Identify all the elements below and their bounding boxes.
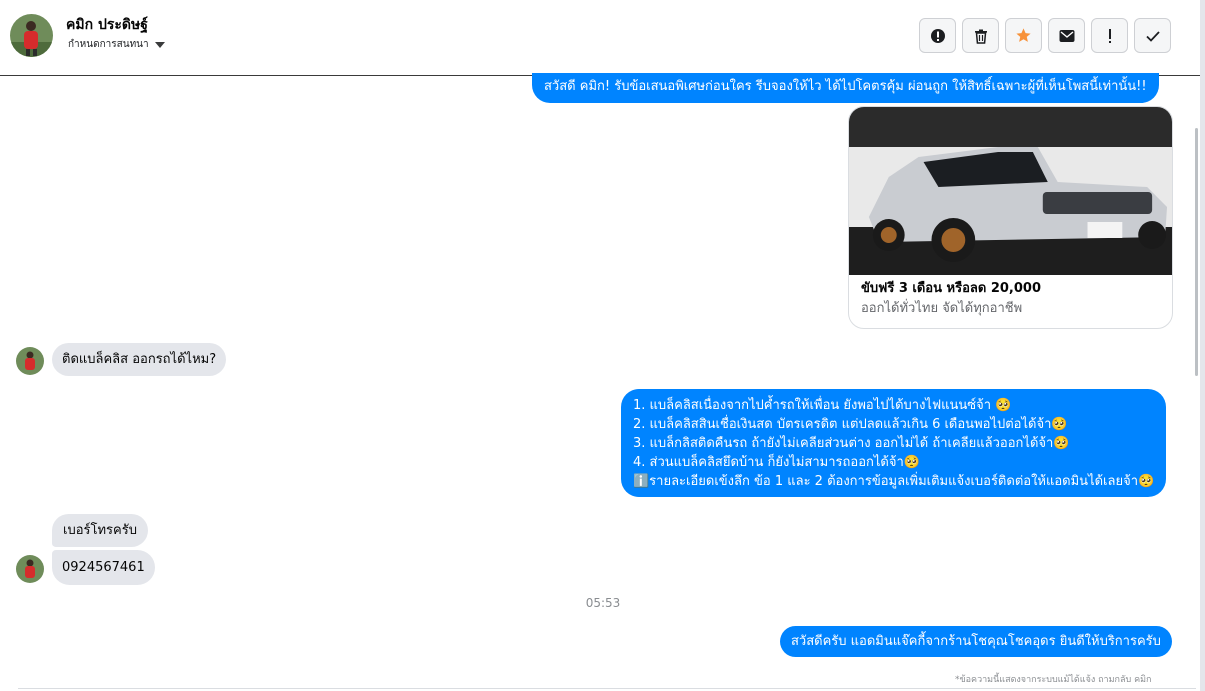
- customer-question-phone: เบอร์โทรครับ: [52, 514, 148, 547]
- trash-icon: [974, 29, 987, 44]
- admin-welcome-reply: สวัสดีครับ แอดมินแจ๊คกี้จากร้านโชคุณโชคอ…: [780, 626, 1172, 657]
- mark-important-button[interactable]: [1091, 18, 1128, 53]
- reply-line: 2. แบล็คลิสสินเชื่อเงินสด บัตรเครดิต แต่…: [633, 417, 1068, 432]
- admin-reply-blacklist: 1. แบล็คลิสเนื่องจากไปค้ำรถให้เพื่อน ยัง…: [621, 389, 1167, 497]
- customer-phone-number: 0924567461: [52, 550, 155, 585]
- conversation-header: คมิก ประดิษฐ์ กำหนดการสนทนา: [0, 0, 1200, 76]
- star-button[interactable]: [1005, 18, 1042, 53]
- panel-edge: [1200, 0, 1205, 691]
- exclamation-icon: [1108, 28, 1111, 43]
- reply-line: 3. แบล็กลิสติดคืนรถ ถ้ายังไม่เคลียส่วนต่…: [633, 436, 1070, 451]
- contact-avatar-small[interactable]: [16, 347, 44, 375]
- composer-divider: [18, 688, 1196, 689]
- mark-unread-button[interactable]: [1048, 18, 1085, 53]
- star-icon: [1016, 28, 1031, 42]
- envelope-icon: [1059, 29, 1074, 42]
- promo-card-subtitle: ออกได้ทั่วไทย จัดได้ทุกอาชีพ: [861, 301, 1023, 316]
- reply-line: 4. ส่วนแบล็คลิสยึดบ้าน ก็ยังไม่สามารถออก…: [633, 455, 920, 470]
- promo-card-title: ขับฟรี 3 เดือน หรือลด 20,000: [861, 281, 1041, 296]
- greeting-message: สวัสดี คมิก! รับข้อเสนอพิเศษก่อนใคร รีบจ…: [532, 73, 1159, 103]
- alert-circle-icon: [930, 28, 945, 43]
- conversation-actions: [919, 18, 1171, 53]
- report-button[interactable]: [919, 18, 956, 53]
- reply-line: ℹ️รายละเอียดเข้งลึก ข้อ 1 และ 2 ต้องการข…: [633, 474, 1155, 489]
- system-note: *ข้อความนี้แสดงจากระบบแม้ได้แจ้ง ถามกลับ…: [955, 675, 1152, 685]
- promo-card[interactable]: ขับฟรี 3 เดือน หรือลด 20,000 ออกได้ทั่วไ…: [848, 106, 1173, 329]
- contact-name: คมิก ประดิษฐ์: [66, 17, 148, 33]
- conversation-setting-label: กำหนดการสนทนา: [68, 39, 149, 50]
- thread-scrollbar[interactable]: [1195, 128, 1198, 376]
- chevron-down-icon: [154, 41, 165, 48]
- car-photo: [849, 107, 1172, 275]
- contact-avatar[interactable]: [10, 14, 53, 57]
- contact-avatar-small[interactable]: [16, 555, 44, 583]
- delete-button[interactable]: [962, 18, 999, 53]
- mark-done-button[interactable]: [1134, 18, 1171, 53]
- message-timestamp: 05:53: [585, 596, 621, 610]
- check-icon: [1145, 30, 1160, 42]
- reply-line: 1. แบล็คลิสเนื่องจากไปค้ำรถให้เพื่อน ยัง…: [633, 398, 1012, 413]
- customer-question-blacklist: ติดแบล็คลิส ออกรถได้ไหม?: [52, 343, 227, 376]
- conversation-setting-dropdown[interactable]: กำหนดการสนทนา: [68, 37, 165, 52]
